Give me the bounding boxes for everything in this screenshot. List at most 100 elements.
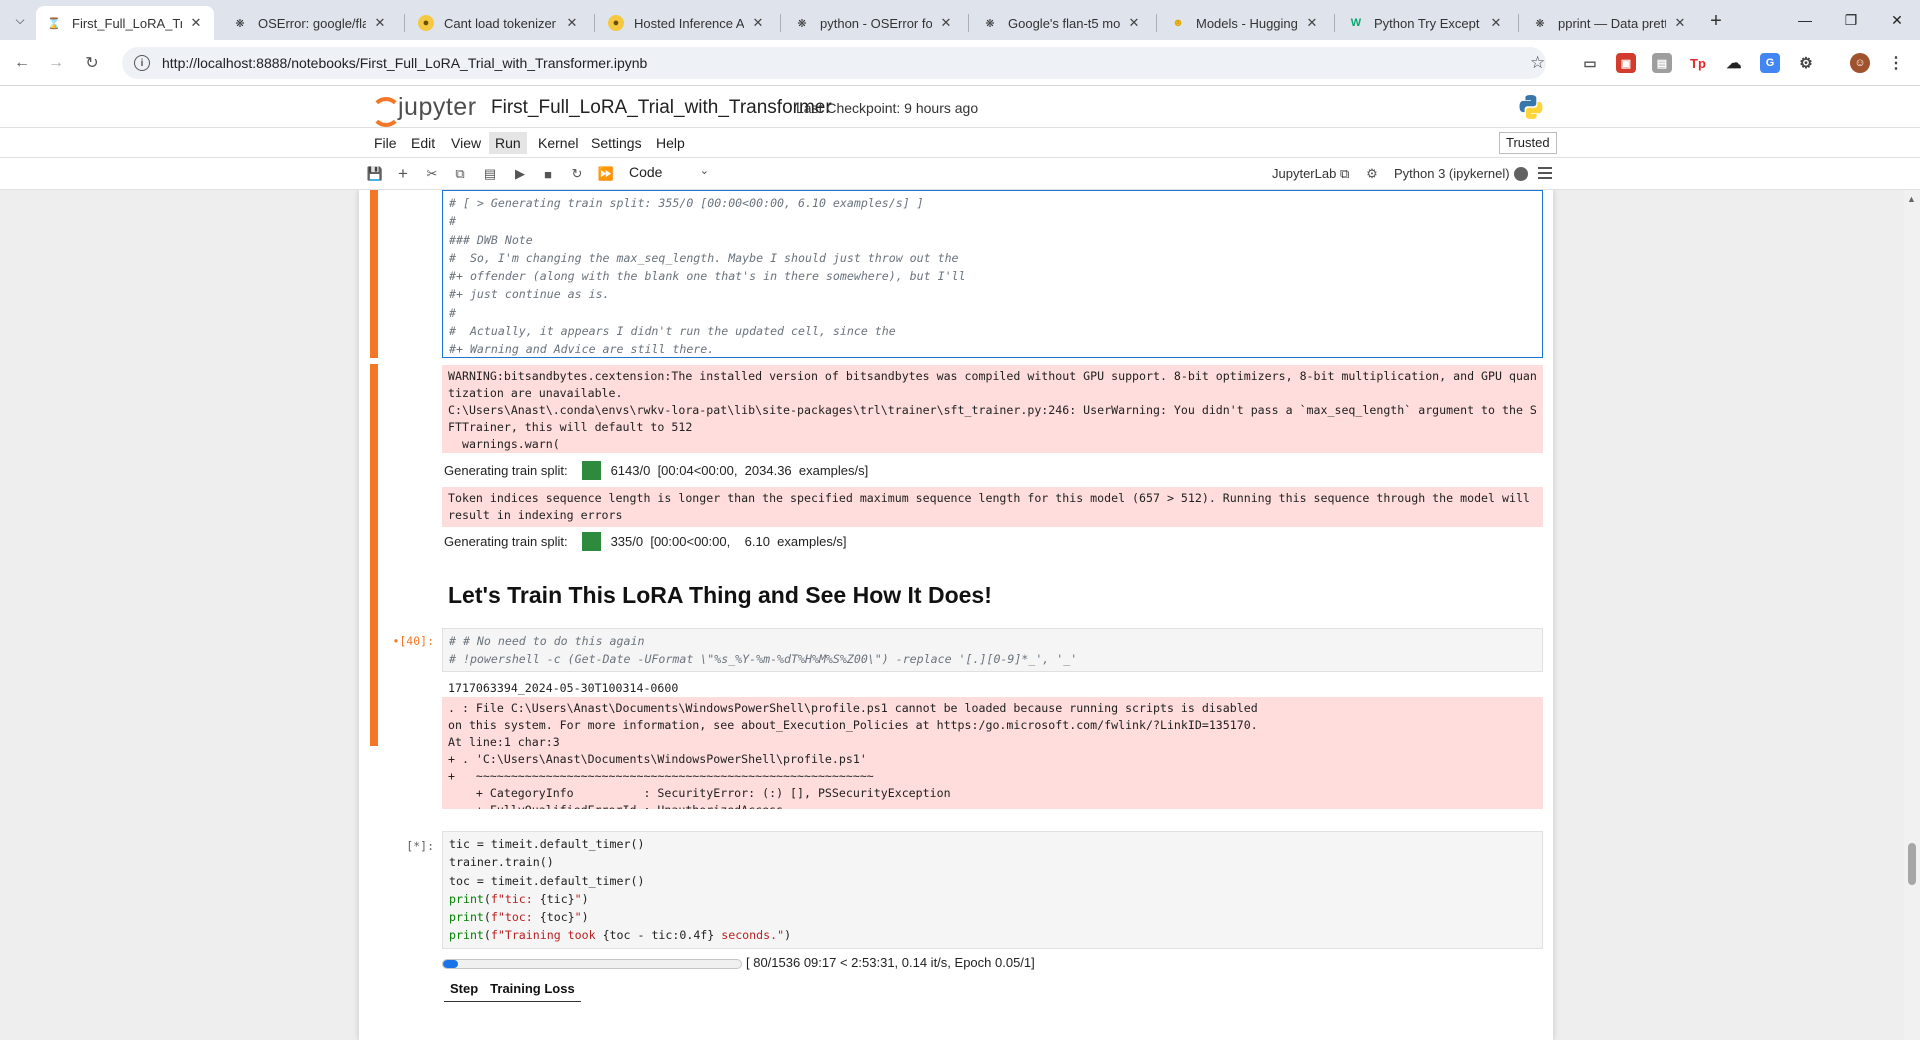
reload-icon[interactable]: ↻	[80, 51, 104, 75]
menu-bar: File Edit View Run Kernel Settings Help …	[0, 128, 1920, 158]
restart-icon[interactable]: ↻	[568, 165, 586, 183]
active-code-editor[interactable]: # [ > Generating train split: 355/0 [00:…	[442, 190, 1543, 358]
browser-tab[interactable]: ❋ python - OSError for ✕	[784, 6, 964, 40]
table-header-training-loss: Training Loss	[490, 981, 575, 996]
tab-separator	[404, 14, 405, 32]
code-line: #	[449, 214, 456, 229]
browser-tab[interactable]: ❋ pprint — Data pretty ✕	[1522, 6, 1698, 40]
openai-icon: ❋	[985, 17, 995, 30]
stdout-output: 1717063394_2024-05-30T100314-0600	[448, 681, 679, 695]
minimize-icon[interactable]: —	[1782, 0, 1828, 40]
trusted-indicator[interactable]: Trusted	[1499, 132, 1557, 154]
progress-value: 335/0 [00:00<00:00, 6.10 examples/s]	[610, 533, 847, 549]
close-tab-icon[interactable]: ✕	[564, 15, 580, 31]
menu-run[interactable]: Run	[489, 132, 527, 154]
extension-cloud-icon[interactable]: ☁	[1724, 53, 1744, 73]
tab-title: First_Full_LoRA_Trial_	[72, 15, 182, 31]
cell-prompt-running: [*]:	[406, 839, 434, 853]
debugger-bug-icon[interactable]: ⚙	[1363, 165, 1381, 183]
code-line: print(f"toc: {toc}")	[449, 910, 589, 925]
browser-tab-active[interactable]: ⌛ First_Full_LoRA_Trial_ ✕	[36, 6, 214, 40]
menu-file[interactable]: File	[368, 132, 403, 154]
code-line: tic = timeit.default_timer()	[449, 837, 645, 851]
tab-title: pprint — Data pretty	[1558, 15, 1666, 31]
close-tab-icon[interactable]: ✕	[1672, 15, 1688, 31]
jupyterlab-link[interactable]: JupyterLab ⧉	[1272, 166, 1349, 182]
training-progress-text: [ 80/1536 09:17 < 2:53:31, 0.14 it/s, Ep…	[746, 955, 1035, 970]
run-icon[interactable]: ▶	[511, 165, 529, 183]
openai-icon: ❋	[235, 17, 245, 30]
scrollbar-thumb[interactable]	[1908, 843, 1916, 885]
close-tab-icon[interactable]: ✕	[188, 15, 204, 31]
code-line: # Actually, it appears I didn't run the …	[449, 324, 896, 339]
browser-tab[interactable]: ❋ Google's flan-t5 mod ✕	[972, 6, 1152, 40]
profile-avatar[interactable]: ☺	[1850, 53, 1870, 73]
kernel-name[interactable]: Python 3 (ipykernel)	[1394, 166, 1510, 181]
window-close-icon[interactable]: ✕	[1874, 0, 1920, 40]
markdown-heading: Let's Train This LoRA Thing and See How …	[448, 582, 992, 608]
extension-trash-icon[interactable]: ▭	[1580, 53, 1600, 73]
extension-translate-icon[interactable]: G	[1760, 53, 1780, 73]
tab-separator	[1156, 14, 1157, 32]
close-tab-icon[interactable]: ✕	[1488, 15, 1504, 31]
tab-separator	[1518, 14, 1519, 32]
code-line: toc = timeit.default_timer()	[449, 873, 645, 888]
restore-icon[interactable]: ❐	[1828, 0, 1874, 40]
close-tab-icon[interactable]: ✕	[750, 15, 766, 31]
code-line: trainer.train()	[449, 855, 554, 870]
progress-label: Generating train split:	[444, 462, 568, 478]
insert-cell-icon[interactable]: +	[394, 164, 412, 183]
extension-tp-icon[interactable]: Tp	[1688, 53, 1708, 73]
extension-gray-icon[interactable]: ▤	[1652, 53, 1672, 73]
new-tab-button[interactable]: +	[1702, 7, 1730, 35]
openai-icon: ❋	[797, 17, 807, 30]
restart-run-all-icon[interactable]: ⏩	[597, 165, 615, 183]
menu-view[interactable]: View	[445, 132, 487, 154]
code-cell-40-editor[interactable]: # # No need to do this again # !powershe…	[442, 628, 1543, 672]
dataset-progress-2: Generating train split: 335/0 [00:00<00:…	[444, 531, 847, 551]
paste-icon[interactable]: ▤	[481, 165, 499, 183]
cell-type-dropdown[interactable]: Code ⌄	[629, 164, 709, 184]
browser-tab[interactable]: ❋ OSError: google/flan- ✕	[222, 6, 398, 40]
browser-tab[interactable]: W Python Try Except ✕	[1338, 6, 1514, 40]
code-line: # So, I'm changing the max_seq_length. M…	[449, 250, 959, 265]
extension-red-icon[interactable]: ▣	[1616, 53, 1636, 73]
extensions-puzzle-icon[interactable]: ⚙	[1796, 53, 1816, 73]
tab-search-chevron-icon[interactable]: ⌵	[8, 8, 32, 32]
browser-tab[interactable]: ● Hosted Inference API ✕	[598, 6, 776, 40]
bookmark-star-icon[interactable]: ☆	[1530, 53, 1545, 73]
browser-menu-icon[interactable]: ⋮	[1886, 53, 1906, 73]
jupyter-logo[interactable]: jupyter	[370, 92, 477, 127]
cut-icon[interactable]: ✂	[423, 165, 441, 183]
browser-tab[interactable]: ☻ Models - Hugging Fa ✕	[1160, 6, 1330, 40]
progress-bar-complete	[581, 460, 601, 480]
close-tab-icon[interactable]: ✕	[372, 15, 388, 31]
huggingface-icon: ☻	[1172, 17, 1184, 29]
code-line: #+ offender (along with the blank one th…	[449, 269, 966, 284]
close-tab-icon[interactable]: ✕	[1126, 15, 1142, 31]
menu-settings[interactable]: Settings	[585, 132, 648, 154]
copy-icon[interactable]: ⧉	[451, 165, 469, 183]
close-tab-icon[interactable]: ✕	[1304, 15, 1320, 31]
vertical-scrollbar[interactable]: ▲	[1904, 190, 1920, 1040]
stop-icon[interactable]: ■	[539, 165, 557, 183]
menu-kernel[interactable]: Kernel	[532, 132, 584, 154]
save-icon[interactable]: 💾	[366, 165, 384, 183]
menu-help[interactable]: Help	[650, 132, 691, 154]
browser-tab-strip: ⌵ ⌛ First_Full_LoRA_Trial_ ✕ ❋ OSError: …	[0, 0, 1920, 40]
scroll-up-arrow-icon[interactable]: ▲	[1907, 194, 1916, 204]
input-collapser[interactable]	[370, 190, 378, 358]
back-arrow-icon[interactable]: ←	[10, 51, 34, 75]
training-progress-bar	[442, 959, 742, 969]
browser-tab[interactable]: ● Cant load tokenizer u ✕	[408, 6, 590, 40]
site-info-icon[interactable]: i	[134, 55, 150, 71]
notebook-title[interactable]: First_Full_LoRA_Trial_with_Transformer	[491, 97, 832, 119]
address-bar[interactable]: i http://localhost:8888/notebooks/First_…	[122, 47, 1546, 79]
forward-arrow-icon[interactable]: →	[44, 51, 68, 75]
hamburger-menu-icon[interactable]	[1538, 167, 1552, 179]
code-cell-train-editor[interactable]: tic = timeit.default_timer() trainer.tra…	[442, 831, 1543, 949]
output-collapser[interactable]	[370, 364, 378, 746]
menu-edit[interactable]: Edit	[405, 132, 441, 154]
close-tab-icon[interactable]: ✕	[938, 15, 954, 31]
last-checkpoint: Last Checkpoint: 9 hours ago	[796, 100, 979, 116]
